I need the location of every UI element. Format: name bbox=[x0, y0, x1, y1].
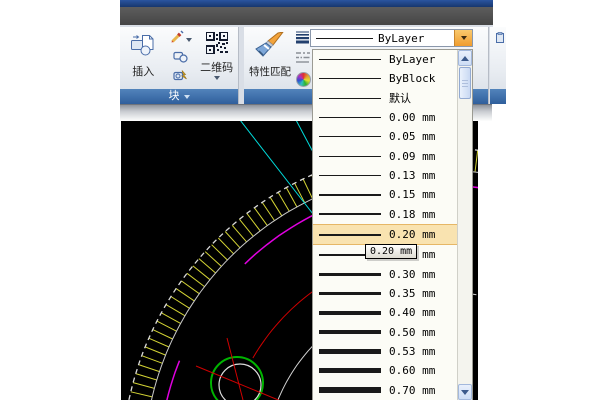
lineweight-option[interactable]: 0.35 mm bbox=[313, 284, 457, 303]
lineweight-sample-line bbox=[319, 349, 381, 354]
make-block-icon bbox=[173, 49, 188, 68]
lineweight-sample-line bbox=[319, 194, 381, 196]
lineweight-sample-line bbox=[319, 330, 381, 334]
lineweight-option[interactable]: 0.40 mm bbox=[313, 303, 457, 322]
lineweight-sample-line bbox=[319, 273, 381, 276]
match-properties-label: 特性匹配 bbox=[249, 64, 291, 79]
lineweight-option-label: 0.18 mm bbox=[389, 208, 435, 221]
chevron-up-icon bbox=[461, 56, 469, 61]
app-window: 插入 bbox=[0, 0, 600, 400]
lineweight-option-label: 0.53 mm bbox=[389, 345, 435, 358]
lineweight-option[interactable]: 0.53 mm bbox=[313, 342, 457, 361]
lineweight-sample-line bbox=[319, 59, 381, 60]
chevron-down-icon bbox=[461, 36, 467, 40]
block-editor-button[interactable] bbox=[173, 69, 188, 88]
lineweight-sample-line bbox=[319, 292, 381, 295]
lineweight-option-label: 0.15 mm bbox=[389, 188, 435, 201]
lineweight-option-label: 0.50 mm bbox=[389, 326, 435, 339]
lineweight-sample-line bbox=[319, 156, 381, 157]
insert-block-icon bbox=[130, 32, 156, 61]
lineweight-option[interactable]: 0.18 mm bbox=[313, 205, 457, 224]
lineweight-sample-line bbox=[319, 117, 381, 118]
make-block-button[interactable] bbox=[173, 49, 188, 68]
color-wheel-icon bbox=[296, 72, 311, 87]
lineweight-option-label: 0.00 mm bbox=[389, 111, 435, 124]
lineweight-option[interactable]: ByLayer bbox=[313, 50, 457, 69]
lineweight-option[interactable]: ByBlock bbox=[313, 69, 457, 88]
lineweight-option-label: ByBlock bbox=[389, 72, 435, 85]
lineweight-icon bbox=[296, 31, 310, 49]
qrcode-button[interactable]: 二维码 bbox=[197, 29, 236, 89]
lineweight-option[interactable]: 0.00 mm bbox=[313, 108, 457, 127]
lineweight-option[interactable]: 默认 bbox=[313, 89, 457, 108]
edit-attribute-dropdown-arrow[interactable] bbox=[186, 38, 192, 42]
match-properties-button[interactable]: 特性匹配 bbox=[246, 29, 294, 89]
lineweight-combobox[interactable]: ByLayer bbox=[310, 29, 473, 47]
lineweight-sample-line bbox=[319, 98, 381, 99]
lineweight-list: ByLayer ByBlock 默认 0.00 mm 0.05 mm 0.09 mm 0.1… bbox=[313, 50, 457, 400]
clipped-panel-icon bbox=[496, 31, 505, 89]
panel-block-bar[interactable]: 块 bbox=[120, 89, 238, 104]
lineweight-option-label: 0.40 mm bbox=[389, 306, 435, 319]
lineweight-sample-line bbox=[319, 78, 381, 79]
lineweight-option-label: 0.35 mm bbox=[389, 287, 435, 300]
lineweight-option[interactable]: 0.70 mm bbox=[313, 381, 457, 400]
panel-block-label: 块 bbox=[169, 89, 180, 104]
lineweight-sample-line bbox=[319, 213, 381, 215]
lineweight-option[interactable]: 0.09 mm bbox=[313, 147, 457, 166]
linetype-icon bbox=[296, 51, 310, 69]
ribbon-tab-bar bbox=[120, 7, 493, 25]
scrollbar-down-button[interactable] bbox=[458, 384, 472, 400]
panel-clipped-sliver bbox=[490, 27, 506, 104]
block-tools-column bbox=[165, 29, 198, 89]
lineweight-sample-line bbox=[319, 175, 381, 176]
lineweight-option-label: 0.13 mm bbox=[389, 169, 435, 182]
lineweight-option-label: 0.60 mm bbox=[389, 364, 435, 377]
lineweight-sample-line bbox=[319, 136, 381, 137]
edit-attribute-pencil-icon bbox=[169, 30, 184, 49]
qr-code-icon bbox=[206, 32, 228, 57]
lineweight-sample-line bbox=[319, 387, 381, 393]
lineweight-option-label: 0.05 mm bbox=[389, 130, 435, 143]
lineweight-sample-line bbox=[319, 368, 381, 373]
chevron-down-icon bbox=[461, 390, 469, 395]
lineweight-option-label: 0.30 mm bbox=[389, 268, 435, 281]
titlebar-strip bbox=[120, 0, 493, 7]
qrcode-dropdown-arrow[interactable] bbox=[214, 76, 220, 80]
dropdown-scrollbar[interactable] bbox=[457, 50, 472, 400]
panel-block: 插入 bbox=[120, 27, 239, 104]
lineweight-option[interactable]: 0.50 mm bbox=[313, 323, 457, 342]
lineweight-option[interactable]: 0.13 mm bbox=[313, 166, 457, 185]
insert-button-label: 插入 bbox=[132, 63, 154, 79]
lineweight-option-label: 0.20 mm bbox=[389, 228, 435, 241]
lineweight-option-label: 默认 bbox=[389, 90, 411, 106]
lineweight-option[interactable]: 0.15 mm bbox=[313, 185, 457, 204]
lineweight-option-label: 0.70 mm bbox=[389, 384, 435, 397]
match-properties-brush-icon bbox=[255, 32, 285, 62]
clipped-panel-bar bbox=[490, 89, 506, 104]
lineweight-combo-dropdown-button[interactable] bbox=[454, 30, 472, 46]
block-editor-icon bbox=[173, 69, 188, 88]
scrollbar-thumb[interactable] bbox=[459, 67, 471, 99]
lineweight-combo-value: ByLayer bbox=[378, 32, 424, 45]
lineweight-option-label: ByLayer bbox=[389, 53, 435, 66]
lineweight-combo-field[interactable]: ByLayer bbox=[311, 30, 454, 46]
lineweight-dropdown: ByLayer ByBlock 默认 0.00 mm 0.05 mm 0.09 mm 0.1… bbox=[312, 49, 473, 400]
lineweight-tooltip: 0.20 mm bbox=[365, 244, 417, 259]
lineweight-option[interactable]: 0.60 mm bbox=[313, 361, 457, 380]
qrcode-button-label: 二维码 bbox=[200, 59, 233, 75]
lineweight-option[interactable]: 0.30 mm bbox=[313, 265, 457, 284]
lineweight-sample-line bbox=[319, 234, 381, 236]
panel-block-expand-icon bbox=[184, 95, 190, 99]
lineweight-option[interactable]: 0.20 mm bbox=[313, 224, 457, 245]
scrollbar-up-button[interactable] bbox=[458, 50, 472, 66]
lineweight-sample-line bbox=[319, 311, 381, 315]
insert-button[interactable]: 插入 bbox=[122, 29, 165, 89]
edit-attribute-button[interactable] bbox=[169, 30, 192, 49]
lineweight-combo-sample-line bbox=[316, 38, 373, 39]
lineweight-option[interactable]: 0.05 mm bbox=[313, 127, 457, 146]
lineweight-option-label: 0.09 mm bbox=[389, 150, 435, 163]
